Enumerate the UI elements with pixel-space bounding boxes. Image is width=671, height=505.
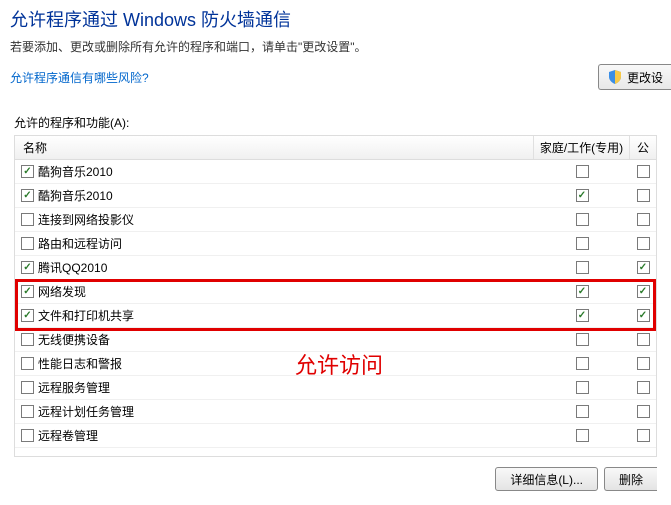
- name-checkbox[interactable]: [21, 285, 34, 298]
- public-checkbox[interactable]: [637, 285, 650, 298]
- home-checkbox[interactable]: [576, 213, 589, 226]
- risk-link[interactable]: 允许程序通信有哪些风险?: [10, 71, 149, 85]
- row-label: 路由和远程访问: [38, 235, 122, 252]
- row-label: 文件和打印机共享: [38, 307, 134, 324]
- home-checkbox[interactable]: [576, 237, 589, 250]
- home-checkbox[interactable]: [576, 309, 589, 322]
- name-checkbox[interactable]: [21, 309, 34, 322]
- programs-table: 名称 家庭/工作(专用) 公 酷狗音乐2010 酷狗音乐2010 连接到网络投影仪路…: [14, 135, 657, 457]
- details-button[interactable]: 详细信息(L)...: [495, 467, 598, 491]
- change-settings-button[interactable]: 更改设: [598, 64, 671, 90]
- name-checkbox[interactable]: [21, 429, 34, 442]
- row-label: 连接到网络投影仪: [38, 211, 134, 228]
- table-row[interactable]: 路由和远程访问: [15, 232, 656, 256]
- column-name[interactable]: 名称: [15, 136, 534, 159]
- table-header: 名称 家庭/工作(专用) 公: [15, 136, 656, 160]
- table-row[interactable]: 无线便携设备: [15, 328, 656, 352]
- public-checkbox[interactable]: [637, 381, 650, 394]
- home-checkbox[interactable]: [576, 285, 589, 298]
- home-checkbox[interactable]: [576, 165, 589, 178]
- table-row[interactable]: 连接到网络投影仪: [15, 208, 656, 232]
- public-checkbox[interactable]: [637, 309, 650, 322]
- table-row[interactable]: 远程卷管理: [15, 424, 656, 448]
- row-label: 腾讯QQ2010: [38, 259, 107, 276]
- table-row[interactable]: 网络发现: [15, 280, 656, 304]
- row-label: 酷狗音乐2010: [38, 187, 113, 204]
- public-checkbox[interactable]: [637, 213, 650, 226]
- public-checkbox[interactable]: [637, 261, 650, 274]
- home-checkbox[interactable]: [576, 333, 589, 346]
- page-desc: 若要添加、更改或删除所有允许的程序和端口，请单击"更改设置"。: [10, 38, 661, 55]
- home-checkbox[interactable]: [576, 429, 589, 442]
- public-checkbox[interactable]: [637, 405, 650, 418]
- public-checkbox[interactable]: [637, 165, 650, 178]
- name-checkbox[interactable]: [21, 165, 34, 178]
- name-checkbox[interactable]: [21, 333, 34, 346]
- name-checkbox[interactable]: [21, 381, 34, 394]
- public-checkbox[interactable]: [637, 189, 650, 202]
- column-public[interactable]: 公: [630, 136, 656, 159]
- page-title: 允许程序通过 Windows 防火墙通信: [10, 6, 661, 32]
- row-label: 网络发现: [38, 283, 86, 300]
- column-home[interactable]: 家庭/工作(专用): [534, 136, 630, 159]
- shield-icon: [607, 69, 623, 85]
- row-label: 无线便携设备: [38, 331, 110, 348]
- table-row[interactable]: 文件和打印机共享: [15, 304, 656, 328]
- public-checkbox[interactable]: [637, 333, 650, 346]
- row-label: 远程服务管理: [38, 379, 110, 396]
- public-checkbox[interactable]: [637, 237, 650, 250]
- name-checkbox[interactable]: [21, 261, 34, 274]
- public-checkbox[interactable]: [637, 357, 650, 370]
- table-row[interactable]: 腾讯QQ2010: [15, 256, 656, 280]
- name-checkbox[interactable]: [21, 357, 34, 370]
- table-row[interactable]: 性能日志和警报: [15, 352, 656, 376]
- section-label: 允许的程序和功能(A):: [14, 114, 671, 131]
- row-label: 远程卷管理: [38, 427, 98, 444]
- table-row[interactable]: 酷狗音乐2010: [15, 160, 656, 184]
- home-checkbox[interactable]: [576, 261, 589, 274]
- row-label: 性能日志和警报: [38, 355, 122, 372]
- table-row[interactable]: 远程计划任务管理: [15, 400, 656, 424]
- public-checkbox[interactable]: [637, 429, 650, 442]
- row-label: 远程计划任务管理: [38, 403, 134, 420]
- home-checkbox[interactable]: [576, 357, 589, 370]
- home-checkbox[interactable]: [576, 405, 589, 418]
- home-checkbox[interactable]: [576, 189, 589, 202]
- row-label: 酷狗音乐2010: [38, 163, 113, 180]
- name-checkbox[interactable]: [21, 237, 34, 250]
- name-checkbox[interactable]: [21, 213, 34, 226]
- delete-button[interactable]: 删除: [604, 467, 657, 491]
- table-row[interactable]: 酷狗音乐2010: [15, 184, 656, 208]
- home-checkbox[interactable]: [576, 381, 589, 394]
- name-checkbox[interactable]: [21, 189, 34, 202]
- change-settings-label: 更改设: [627, 69, 663, 86]
- name-checkbox[interactable]: [21, 405, 34, 418]
- table-row[interactable]: 远程服务管理: [15, 376, 656, 400]
